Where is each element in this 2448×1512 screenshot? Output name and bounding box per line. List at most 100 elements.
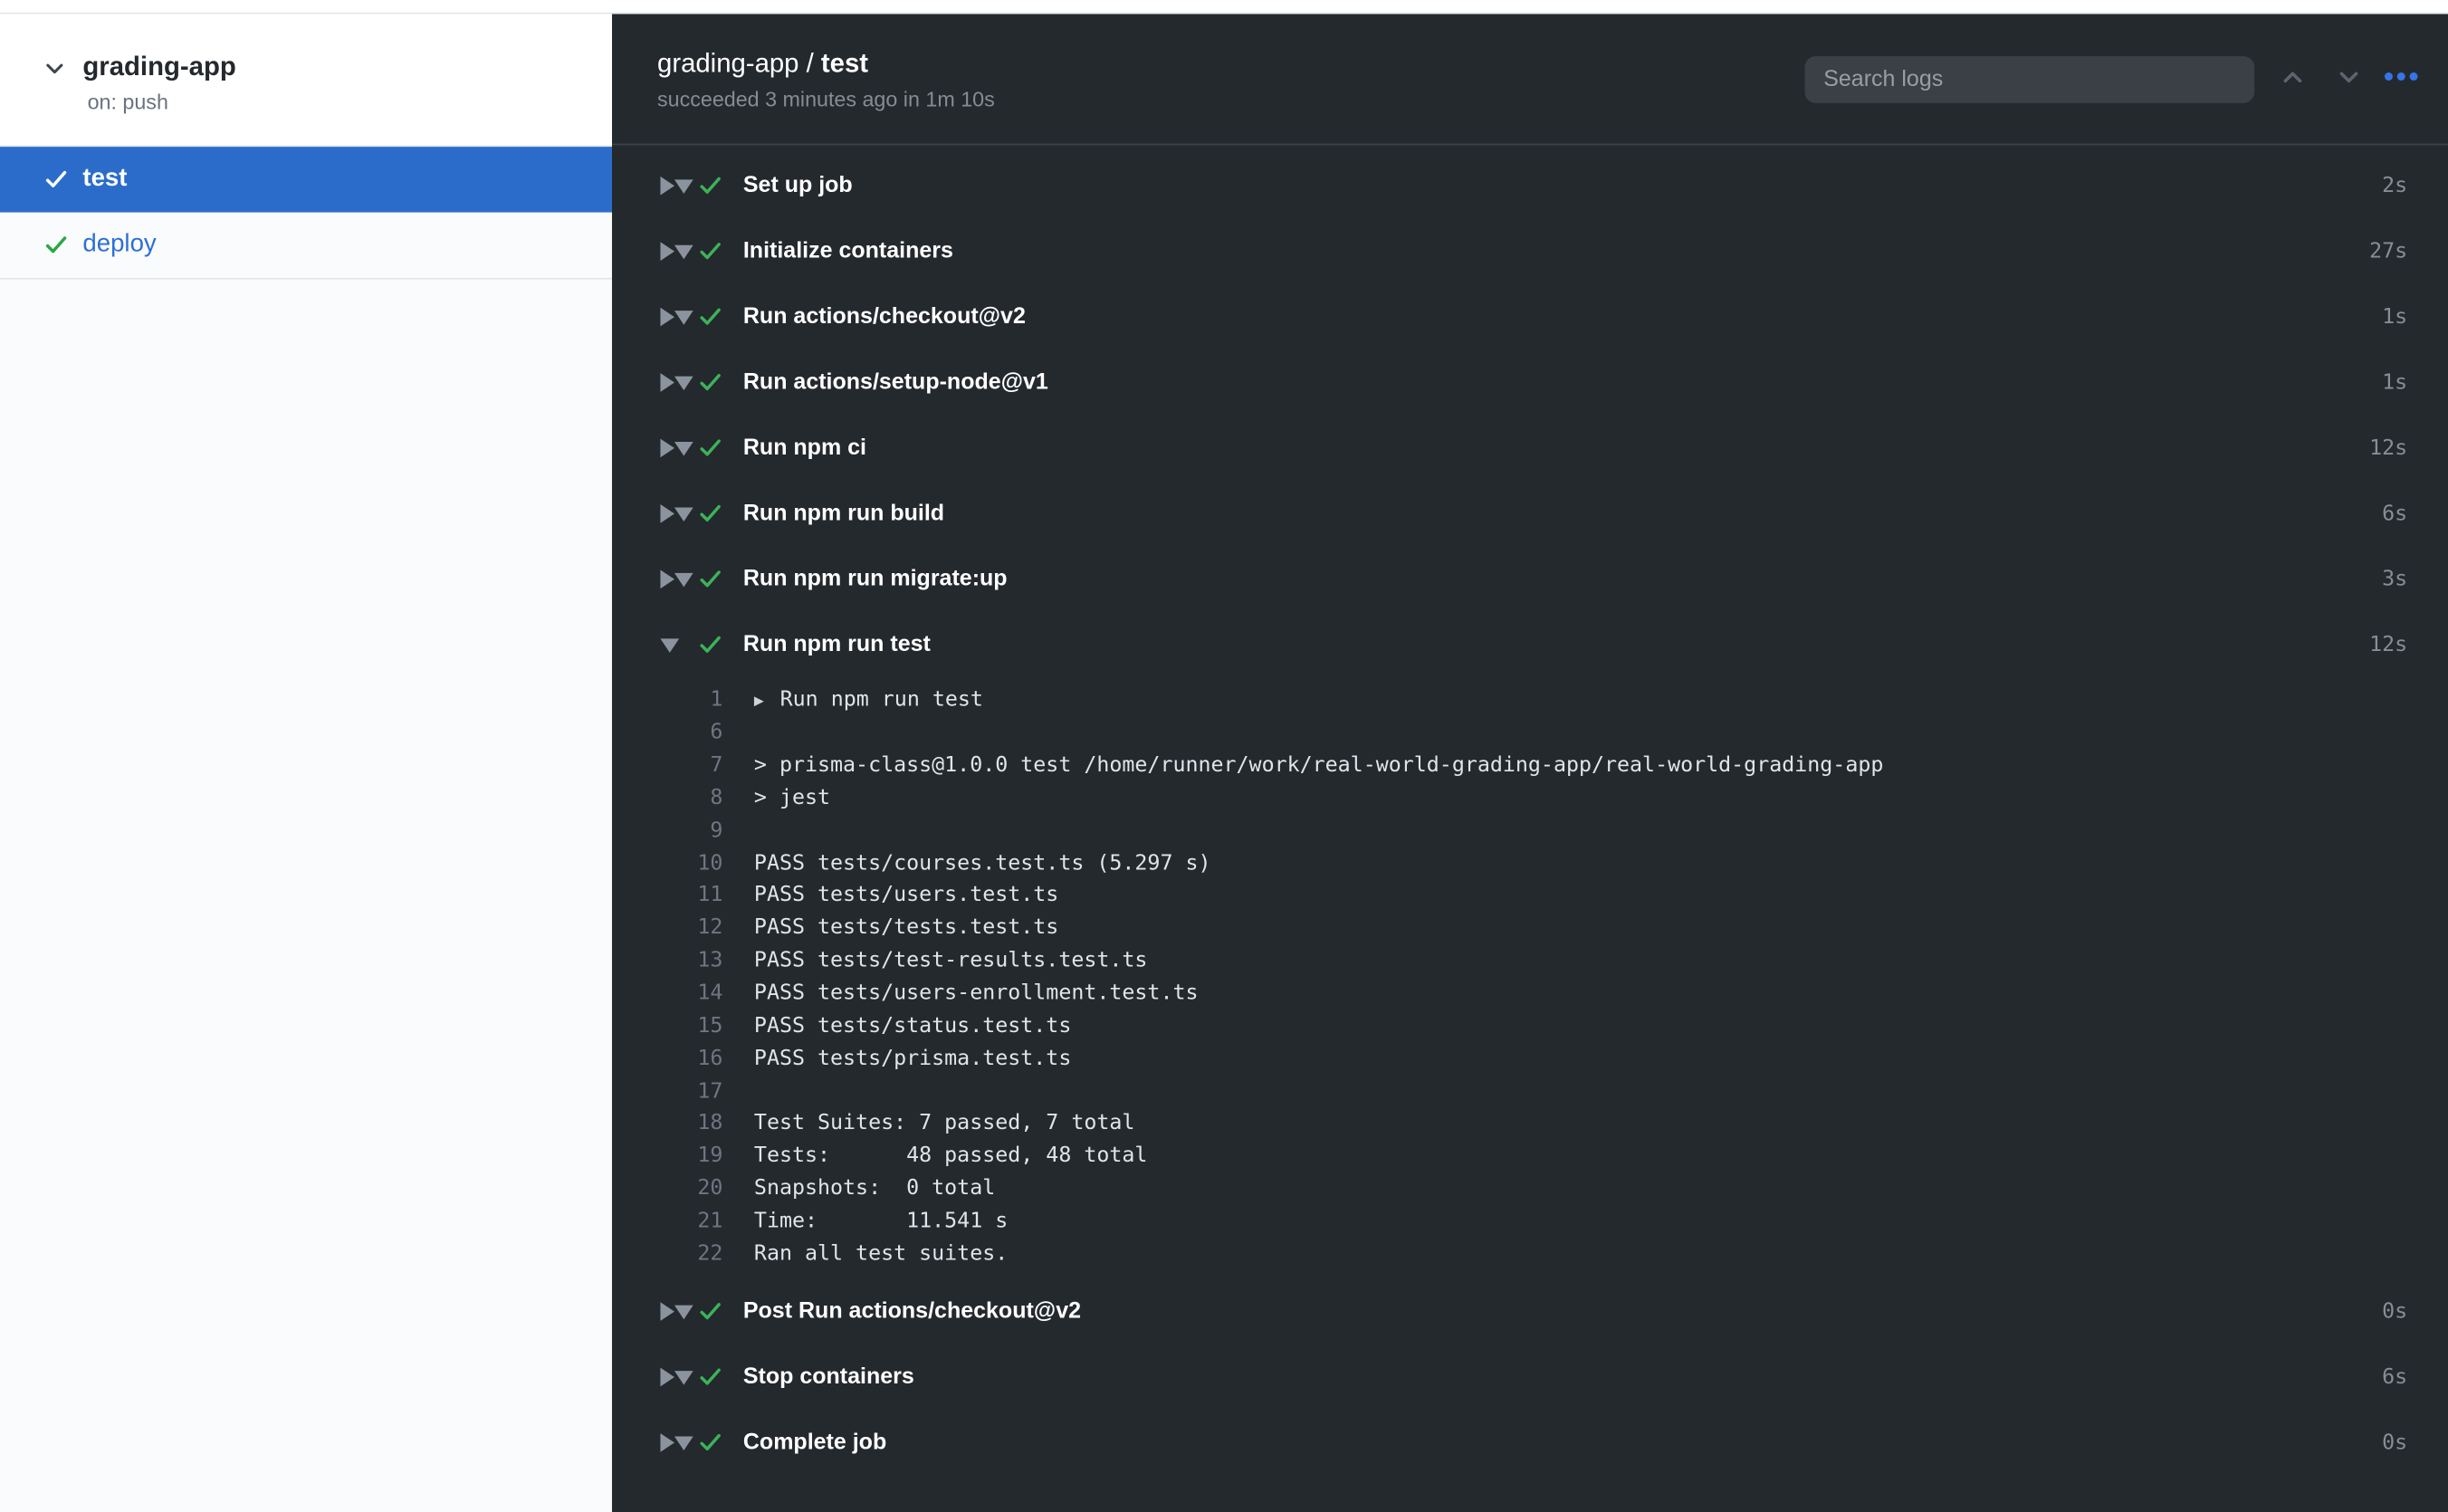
log-line-number[interactable]: 10: [612, 850, 722, 876]
sidebar: grading-app on: push test deploy: [0, 14, 612, 1512]
step-row[interactable]: Run actions/setup-node@v1 1s: [612, 349, 2448, 415]
step-label: Run npm run migrate:up: [743, 567, 1008, 592]
step-toggle-icon[interactable]: [660, 308, 679, 327]
step-toggle-icon[interactable]: [660, 504, 679, 523]
log-line-text: > prisma-class@1.0.0 test /home/runner/w…: [754, 752, 1883, 778]
step-duration: 0s: [2382, 1299, 2407, 1325]
log-line-number[interactable]: 22: [612, 1241, 722, 1267]
step-row[interactable]: Run npm run test 12s: [612, 612, 2448, 677]
log-line-text: PASS tests/users.test.ts: [754, 883, 1058, 908]
step-row[interactable]: Run npm ci 12s: [612, 416, 2448, 481]
check-icon: [698, 304, 723, 330]
step-toggle-icon[interactable]: [660, 637, 679, 652]
step-row[interactable]: Run npm run build 6s: [612, 481, 2448, 546]
step-toggle-icon[interactable]: [660, 1303, 679, 1322]
search-input[interactable]: [1805, 55, 2255, 102]
top-strip: [0, 0, 2448, 14]
log-line: 20 Snapshots: 0 total: [612, 1172, 2448, 1204]
step-label: Run npm ci: [743, 435, 866, 461]
log-line-number[interactable]: 15: [612, 1013, 722, 1038]
log-line: 12 PASS tests/tests.test.ts: [612, 912, 2448, 944]
log-line-number[interactable]: 11: [612, 883, 722, 908]
step-toggle-icon[interactable]: [660, 373, 679, 392]
search-next-button[interactable]: [2329, 60, 2367, 97]
step-row[interactable]: Set up job 2s: [612, 153, 2448, 218]
step-row[interactable]: Run npm run migrate:up 3s: [612, 547, 2448, 612]
log-line: 8 > jest: [612, 781, 2448, 814]
log-line-number[interactable]: 6: [612, 720, 722, 745]
log-line: 22 Ran all test suites.: [612, 1237, 2448, 1269]
log-line-number[interactable]: 18: [612, 1111, 722, 1136]
log-settings-button[interactable]: [2383, 60, 2420, 97]
step-duration: 1s: [2382, 304, 2407, 330]
log-line-number[interactable]: 8: [612, 785, 722, 810]
step-toggle-icon[interactable]: [660, 439, 679, 458]
sidebar-item-deploy[interactable]: deploy: [0, 213, 612, 280]
log-line-number[interactable]: 19: [612, 1144, 722, 1169]
log-line-number[interactable]: 7: [612, 752, 722, 778]
log-line-text: Snapshots: 0 total: [754, 1176, 995, 1201]
step-toggle-icon[interactable]: [660, 177, 679, 196]
job-list: test deploy: [0, 147, 612, 280]
log-line-number[interactable]: 9: [612, 818, 722, 843]
step-row[interactable]: Initialize containers 27s: [612, 218, 2448, 283]
job-label: deploy: [82, 231, 156, 259]
chevron-up-icon: [2281, 65, 2304, 93]
step-row[interactable]: Stop containers 6s: [612, 1345, 2448, 1410]
log-line-text: ▶ Run npm run test: [754, 688, 983, 713]
workflow-trigger: on: push: [88, 91, 236, 114]
log-line-text: PASS tests/users-enrollment.test.ts: [754, 981, 1199, 1006]
step-toggle-icon[interactable]: [660, 1368, 679, 1387]
log-line: 13 PASS tests/test-results.test.ts: [612, 944, 2448, 977]
search-prev-button[interactable]: [2273, 60, 2310, 97]
log-panel-titles: grading-app / test succeeded 3 minutes a…: [657, 48, 995, 110]
log-line: 16 PASS tests/prisma.test.ts: [612, 1042, 2448, 1075]
log-line-number[interactable]: 13: [612, 948, 722, 973]
log-line: 11 PASS tests/users.test.ts: [612, 879, 2448, 912]
check-icon: [698, 1365, 723, 1391]
log-line: 21 Time: 11.541 s: [612, 1204, 2448, 1237]
log-group-arrow-icon[interactable]: ▶: [754, 693, 780, 712]
log-line: 14 PASS tests/users-enrollment.test.ts: [612, 977, 2448, 1010]
log-line-number[interactable]: 17: [612, 1078, 722, 1104]
chevron-down-icon[interactable]: [43, 58, 65, 80]
log-panel: grading-app / test succeeded 3 minutes a…: [612, 14, 2448, 1512]
step-duration: 12s: [2369, 435, 2407, 461]
step-toggle-icon[interactable]: [660, 1433, 679, 1452]
log-line: 7 > prisma-class@1.0.0 test /home/runner…: [612, 749, 2448, 781]
log-line-text: > jest: [754, 785, 830, 810]
step-list: Set up job 2s Initialize containers 27s …: [612, 145, 2448, 1476]
check-icon: [698, 1299, 723, 1325]
log-line-number[interactable]: 16: [612, 1046, 722, 1071]
log-line-number[interactable]: 1: [612, 688, 722, 713]
log-line: 19 Tests: 48 passed, 48 total: [612, 1140, 2448, 1172]
check-icon: [698, 567, 723, 592]
log-line-text: PASS tests/test-results.test.ts: [754, 948, 1148, 973]
step-duration: 0s: [2382, 1431, 2407, 1456]
step-toggle-icon[interactable]: [660, 569, 679, 589]
log-line: 6: [612, 716, 2448, 749]
step-toggle-icon[interactable]: [660, 242, 679, 261]
step-label: Set up job: [743, 173, 853, 198]
log-line-text: Ran all test suites.: [754, 1241, 1008, 1267]
step-label: Run npm run build: [743, 502, 944, 527]
step-row[interactable]: Post Run actions/checkout@v2 0s: [612, 1279, 2448, 1345]
sidebar-item-test[interactable]: test: [0, 147, 612, 212]
step-label: Initialize containers: [743, 239, 953, 264]
page-title-workflow: grading-app /: [657, 48, 821, 78]
page-title: grading-app / test: [657, 48, 995, 79]
step-label: Post Run actions/checkout@v2: [743, 1299, 1081, 1325]
workflow-header[interactable]: grading-app on: push: [0, 14, 612, 148]
log-line-text: Time: 11.541 s: [754, 1209, 1008, 1234]
step-duration: 3s: [2382, 567, 2407, 592]
step-row[interactable]: Complete job 0s: [612, 1411, 2448, 1476]
log-line-number[interactable]: 14: [612, 981, 722, 1006]
log-line: 9: [612, 814, 2448, 847]
step-duration: 2s: [2382, 173, 2407, 198]
run-status-text: succeeded 3 minutes ago in 1m 10s: [657, 87, 995, 110]
log-line-number[interactable]: 20: [612, 1176, 722, 1201]
step-row[interactable]: Run actions/checkout@v2 1s: [612, 284, 2448, 349]
log-line-number[interactable]: 21: [612, 1209, 722, 1234]
log-line-number[interactable]: 12: [612, 915, 722, 941]
step-label: Run actions/setup-node@v1: [743, 370, 1048, 396]
